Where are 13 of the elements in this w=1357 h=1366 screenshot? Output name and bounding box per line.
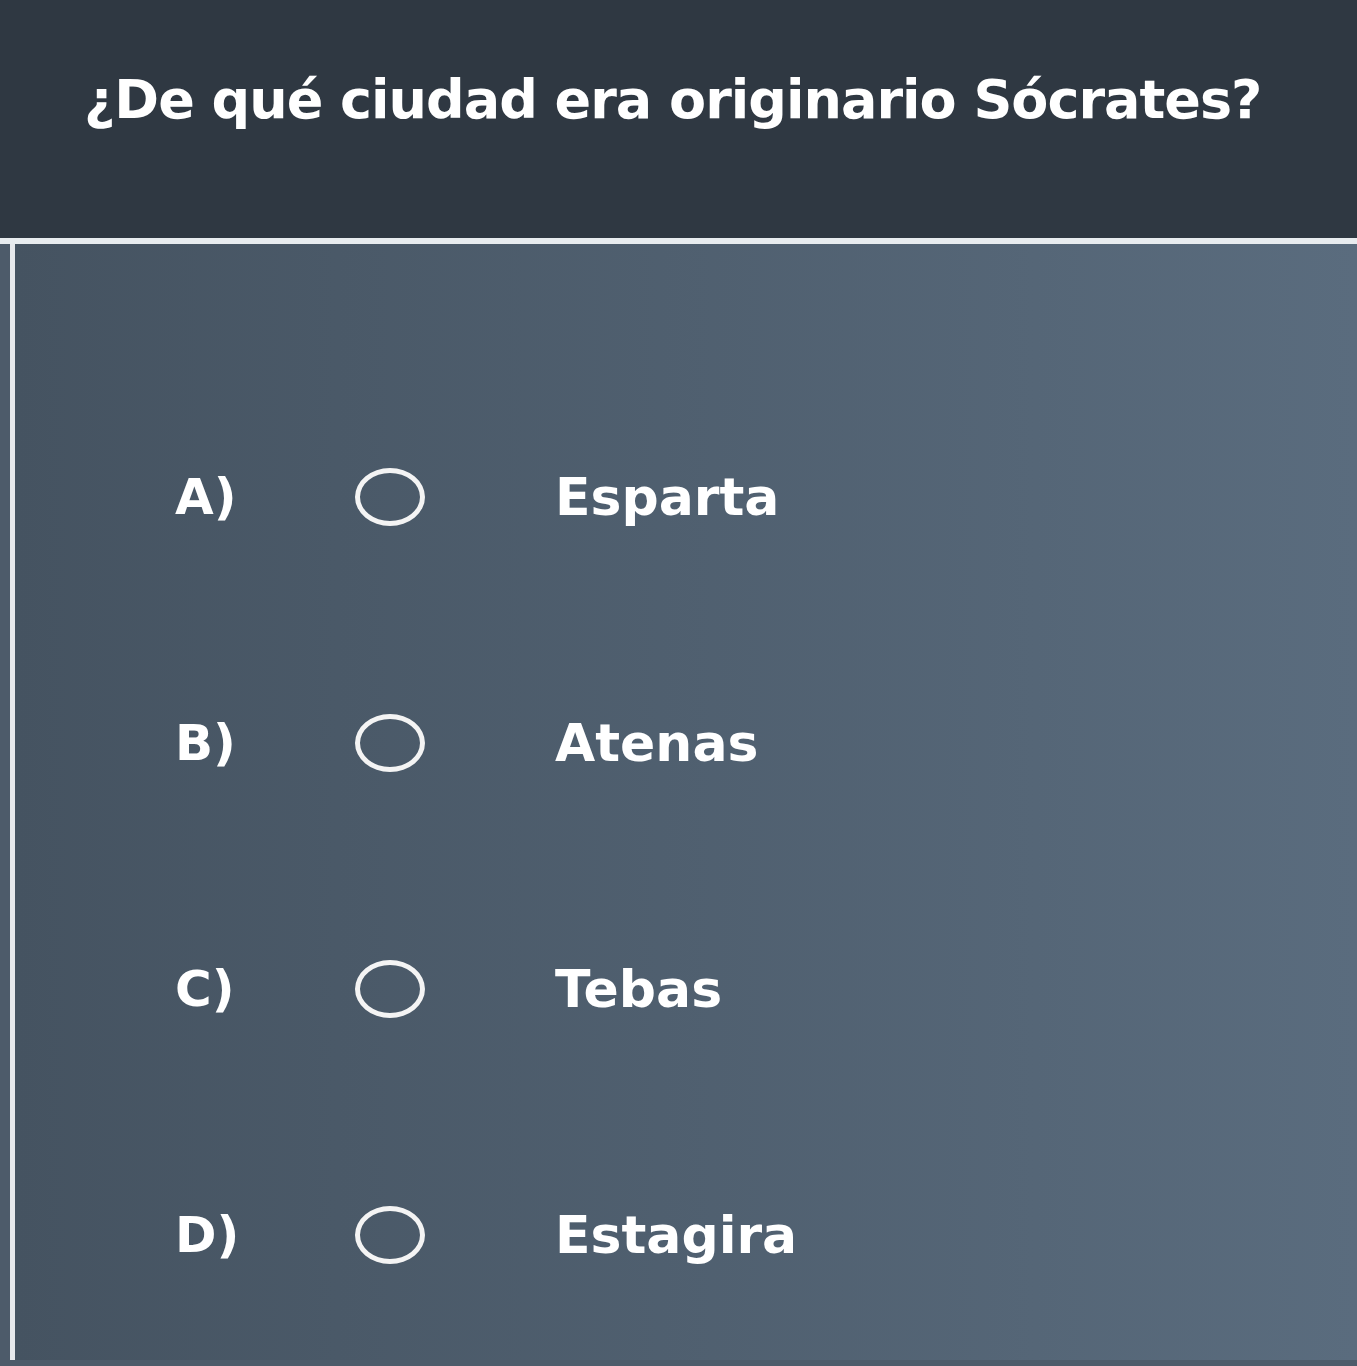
option-letter: C) — [175, 960, 235, 1018]
option-label[interactable]: Tebas — [555, 959, 723, 1019]
radio-button[interactable] — [355, 1206, 425, 1264]
radio-button[interactable] — [355, 468, 425, 526]
option-letter: B) — [175, 714, 236, 772]
option-label[interactable]: Estagira — [555, 1205, 798, 1265]
option-label[interactable]: Atenas — [555, 713, 759, 773]
option-letter: D) — [175, 1206, 240, 1264]
radio-button[interactable] — [355, 960, 425, 1018]
option-letter: A) — [175, 468, 237, 526]
option-label[interactable]: Esparta — [555, 467, 780, 527]
question-text: ¿De qué ciudad era originario Sócrates? — [84, 67, 1262, 131]
radio-button[interactable] — [355, 714, 425, 772]
